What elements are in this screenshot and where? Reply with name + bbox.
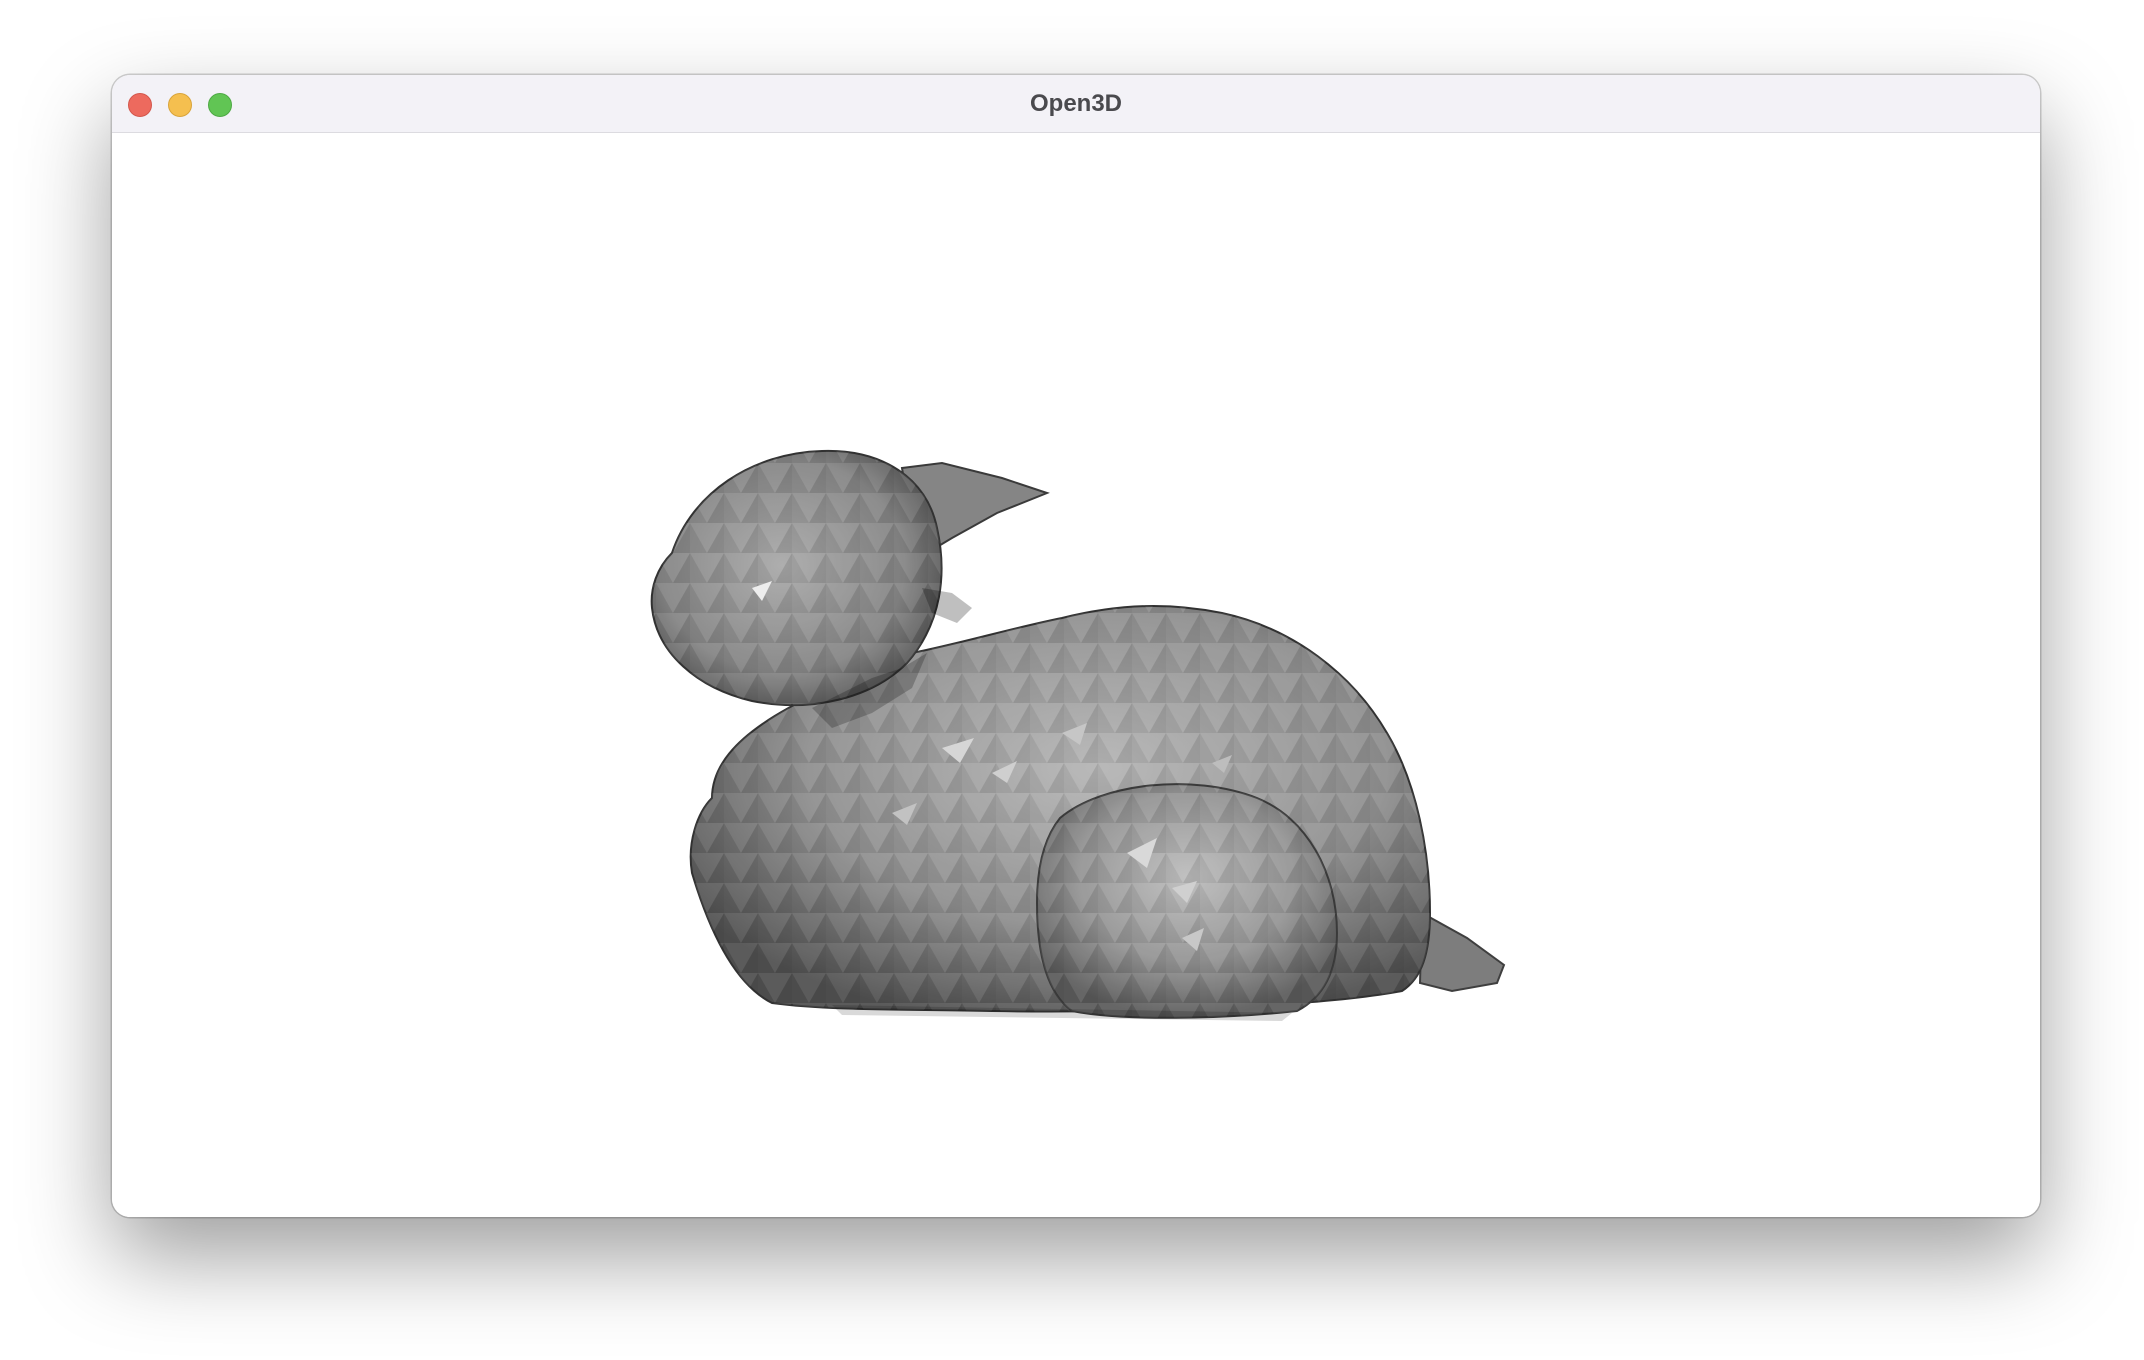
bunny-mesh[interactable]	[112, 133, 2040, 1217]
window-title: Open3D	[1029, 90, 1122, 117]
title-bar[interactable]: Open3D	[112, 75, 2040, 133]
open3d-window: Open3D	[112, 75, 2040, 1217]
3d-viewport[interactable]	[112, 133, 2040, 1217]
desktop: Open3D	[0, 0, 2144, 1360]
